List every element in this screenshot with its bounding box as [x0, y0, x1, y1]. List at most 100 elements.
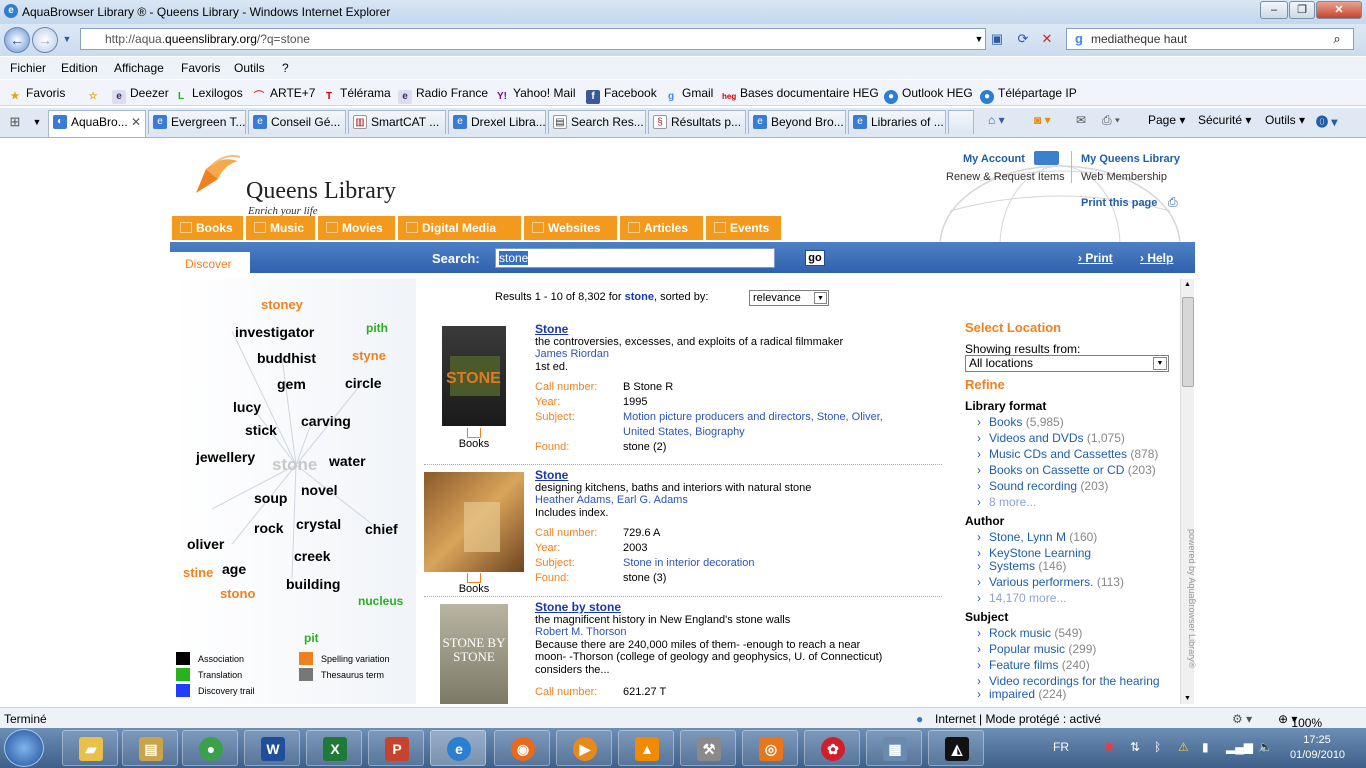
- cloud-word[interactable]: soup: [254, 490, 287, 506]
- task-libraries[interactable]: ▤: [122, 730, 178, 766]
- fav-arte[interactable]: ⌒ ARTE+7: [252, 86, 315, 104]
- fav-radio-france[interactable]: e Radio France: [398, 86, 488, 104]
- printer-icon[interactable]: ⎙: [1168, 195, 1178, 210]
- help-icon[interactable]: ⓿ ▾: [1316, 113, 1337, 130]
- facet-books-cassette[interactable]: Books on Cassette or CD (203): [977, 463, 1156, 477]
- tab-conseil[interactable]: e Conseil Gé...: [248, 110, 346, 134]
- tab-libraries[interactable]: e Libraries of ...: [848, 110, 946, 134]
- cloud-word[interactable]: building: [286, 576, 340, 592]
- cloud-word[interactable]: jewellery: [196, 449, 255, 465]
- cloud-word[interactable]: pit: [304, 631, 319, 645]
- tab-smartcat[interactable]: ▥ SmartCAT ...: [348, 110, 446, 134]
- close-button[interactable]: ✕: [1316, 1, 1362, 19]
- cloud-word[interactable]: chief: [365, 521, 398, 537]
- tab-evergreen[interactable]: e Evergreen T...: [148, 110, 246, 134]
- compat-view-icon[interactable]: ▣: [988, 30, 1006, 48]
- cloud-word[interactable]: styne: [352, 348, 386, 363]
- format-books[interactable]: Books: [444, 428, 504, 450]
- task-vlc[interactable]: ▲: [618, 730, 674, 766]
- facet-author-keystone-cont[interactable]: Systems (146): [977, 559, 1066, 573]
- menu-view[interactable]: Affichage: [114, 61, 164, 75]
- task-firefox[interactable]: ◉: [494, 730, 550, 766]
- maximize-button[interactable]: ❐: [1289, 1, 1315, 19]
- tab-aquabrowser[interactable]: ◐ AquaBro... ✕: [48, 110, 146, 137]
- mail-icon[interactable]: ✉: [1076, 113, 1086, 127]
- cloud-word[interactable]: age: [222, 561, 246, 577]
- membership-link[interactable]: Web Membership: [1081, 171, 1167, 183]
- rss-icon[interactable]: ◙ ▾: [1034, 113, 1051, 127]
- task-explorer-folder[interactable]: ▰: [62, 730, 118, 766]
- facet-music-cds[interactable]: Music CDs and Cassettes (878): [977, 447, 1158, 461]
- discover-tab[interactable]: Discover: [170, 252, 250, 276]
- menu-tools[interactable]: Outils: [234, 61, 265, 75]
- task-powerpoint[interactable]: P: [368, 730, 424, 766]
- print-icon[interactable]: ⎙ ▾: [1102, 113, 1120, 128]
- tray-power-icon[interactable]: ▮: [1202, 740, 1209, 754]
- print-page-link[interactable]: Print this page: [1081, 197, 1157, 209]
- security-menu[interactable]: Sécurité ▾: [1198, 113, 1251, 127]
- favorites-button[interactable]: ★ Favoris: [8, 86, 66, 104]
- task-word[interactable]: W: [244, 730, 300, 766]
- author-link[interactable]: James Riordan: [535, 348, 843, 361]
- back-button[interactable]: ←: [4, 27, 30, 53]
- refresh-icon[interactable]: ⟳: [1014, 30, 1032, 48]
- my-account-link[interactable]: My Account: [963, 153, 1025, 165]
- cloud-word[interactable]: stoney: [261, 297, 303, 312]
- new-tab-button[interactable]: [948, 110, 974, 134]
- tab-list-icon[interactable]: ▼: [28, 113, 46, 131]
- tab-articles[interactable]: Articles: [620, 216, 704, 240]
- fav-telerama[interactable]: T Télérama: [322, 86, 391, 104]
- subject-links[interactable]: Motion picture producers and directors, …: [623, 411, 883, 423]
- facet-sound-recording[interactable]: Sound recording (203): [977, 479, 1108, 493]
- facet-format-more[interactable]: 8 more...: [977, 495, 1036, 509]
- subject-links[interactable]: United States, Biography: [623, 426, 745, 438]
- search-icon[interactable]: ⌕: [1328, 30, 1346, 48]
- menu-edit[interactable]: Edition: [61, 61, 98, 75]
- facet-rock-music[interactable]: Rock music (549): [977, 626, 1082, 640]
- facet-author-stone[interactable]: Stone, Lynn M (160): [977, 530, 1097, 544]
- protected-mode-icon[interactable]: ⚙ ▾: [1232, 712, 1252, 726]
- task-media-player[interactable]: ▶: [556, 730, 612, 766]
- cloud-word[interactable]: novel: [301, 482, 338, 498]
- result-title-link[interactable]: Stone by stone: [535, 601, 882, 614]
- cloud-word[interactable]: pith: [366, 321, 388, 335]
- language-indicator[interactable]: FR: [1053, 740, 1069, 754]
- tab-websites[interactable]: Websites: [524, 216, 618, 240]
- start-button[interactable]: [4, 729, 44, 767]
- tab-books[interactable]: Books: [172, 216, 244, 240]
- subject-links[interactable]: Stone in interior decoration: [623, 557, 754, 569]
- facet-author-various[interactable]: Various performers. (113): [977, 575, 1124, 589]
- facet-video-hearing-cont[interactable]: impaired (224): [977, 687, 1066, 701]
- tab-resultats[interactable]: § Résultats p...: [648, 110, 746, 134]
- clock[interactable]: 17:25 01/09/2010: [1290, 733, 1345, 763]
- tab-movies[interactable]: Movies: [318, 216, 396, 240]
- cover-image[interactable]: STONE BY STONE: [440, 604, 508, 704]
- scroll-up-icon[interactable]: ▲: [1184, 281, 1191, 288]
- tab-music[interactable]: Music: [246, 216, 316, 240]
- task-globe[interactable]: ●: [182, 730, 238, 766]
- result-title-link[interactable]: Stone: [535, 323, 843, 336]
- facet-books[interactable]: Books (5,985): [977, 415, 1064, 429]
- author-link[interactable]: Heather Adams, Earl G. Adams: [535, 494, 811, 507]
- cloud-word[interactable]: circle: [345, 375, 382, 391]
- facet-author-more[interactable]: 14,170 more...: [977, 591, 1066, 605]
- cover-image[interactable]: STONE: [442, 326, 506, 426]
- minimize-button[interactable]: –: [1260, 1, 1288, 19]
- cloud-word[interactable]: nucleus: [358, 594, 403, 608]
- tab-search-res[interactable]: ▤ Search Res...: [548, 110, 646, 134]
- tray-volume-icon[interactable]: 🔈: [1258, 740, 1273, 754]
- location-select[interactable]: All locations ▼: [965, 355, 1169, 372]
- add-favorite-icon[interactable]: ☆: [86, 86, 104, 104]
- task-photo-app[interactable]: ✿: [804, 730, 860, 766]
- facet-video-hearing[interactable]: Video recordings for the hearing: [977, 674, 1160, 688]
- cloud-word[interactable]: gem: [277, 376, 306, 392]
- tray-warning-icon[interactable]: ⚠: [1178, 740, 1189, 754]
- forward-button[interactable]: →: [32, 27, 58, 53]
- go-button[interactable]: go: [805, 250, 825, 266]
- tools-menu[interactable]: Outils ▾: [1265, 113, 1305, 127]
- author-link[interactable]: Robert M. Thorson: [535, 626, 882, 639]
- fav-facebook[interactable]: f Facebook: [586, 86, 657, 104]
- menu-help[interactable]: ?: [282, 61, 289, 75]
- cloud-word[interactable]: lucy: [233, 399, 261, 415]
- close-tab-icon[interactable]: ✕: [131, 111, 141, 133]
